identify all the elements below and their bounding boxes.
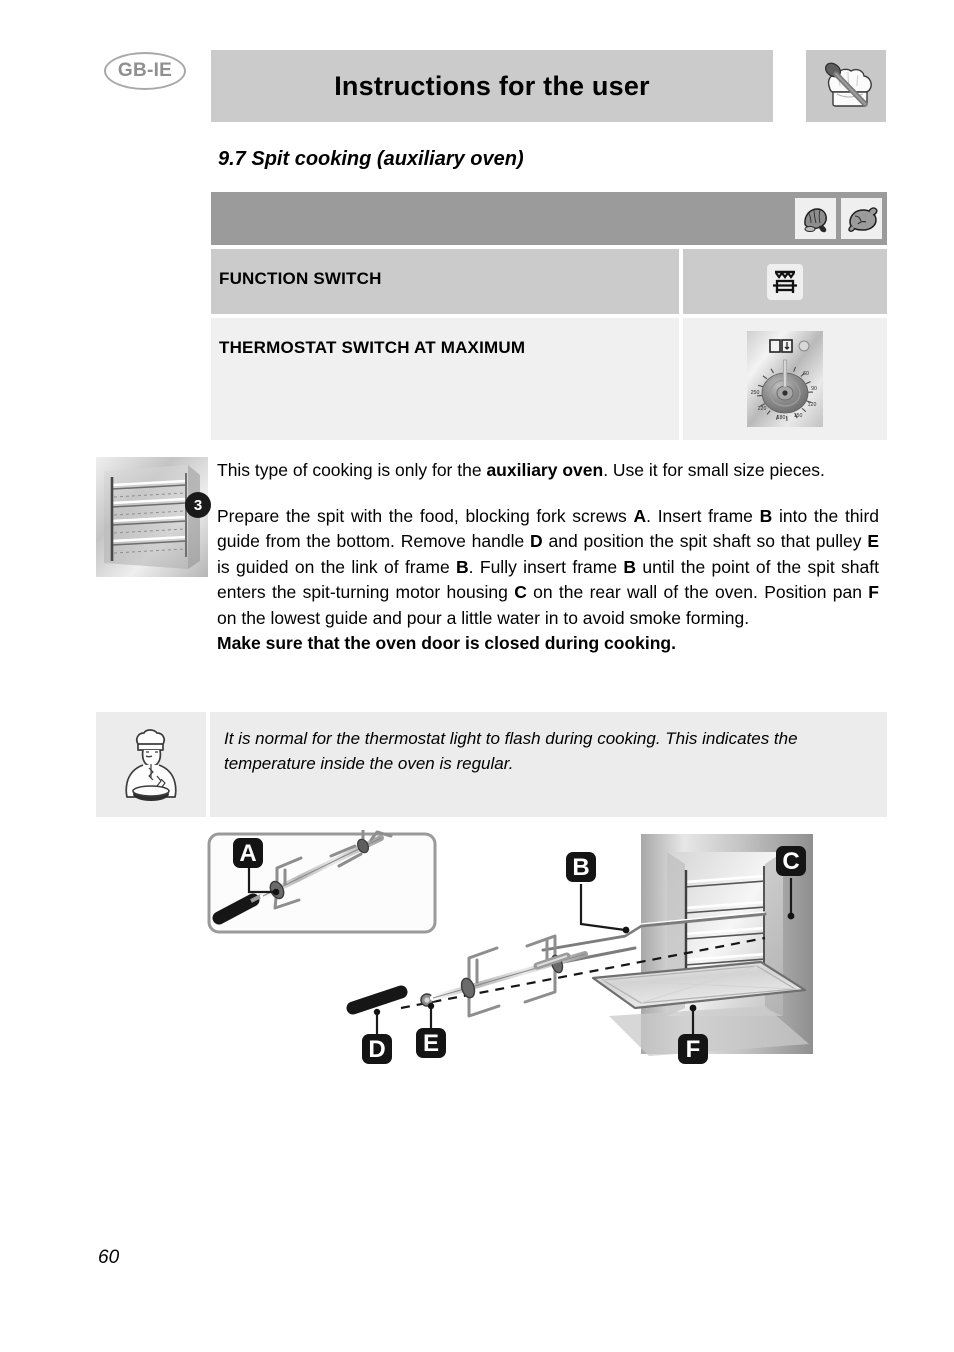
oven-guides-icon: [96, 457, 208, 577]
svg-text:D: D: [368, 1036, 385, 1063]
row-icon-cell: 60 90 120 150 180 220 250: [683, 318, 887, 440]
spit-assembly-diagram: A B C D E F: [205, 824, 845, 1100]
text-run: . Fully insert frame: [468, 556, 624, 577]
roast-meat-icon: [795, 198, 836, 239]
chef-hat-spoon-icon: [806, 50, 886, 122]
note-text: It is normal for the thermostat light to…: [224, 729, 798, 773]
diagram-label-f: F: [678, 1034, 708, 1064]
note-box: It is normal for the thermostat light to…: [96, 712, 887, 817]
table-row: THERMOSTAT SWITCH AT MAXIMUM 60 90 120 1…: [211, 318, 887, 440]
row-label-cell: FUNCTION SWITCH: [211, 249, 679, 314]
part-ref-d: D: [530, 531, 543, 551]
text-run: on the rear wall of the oven. Position p…: [526, 582, 869, 602]
language-badge-label: GB-IE: [117, 60, 173, 81]
function-switch-label: FUNCTION SWITCH: [219, 269, 382, 288]
page-title: Instructions for the user: [334, 70, 650, 101]
part-ref-b: B: [456, 556, 469, 577]
thermostat-dial-at-maximum: 60 90 120 150 180 220 250: [747, 331, 823, 427]
language-badge: GB-IE: [104, 52, 186, 90]
svg-text:220: 220: [758, 406, 767, 412]
paragraph-instructions: Prepare the spit with the food, blocking…: [217, 504, 879, 657]
svg-text:180: 180: [777, 415, 786, 421]
page-header-bar: Instructions for the user: [211, 50, 773, 122]
part-ref-c: C: [514, 582, 527, 602]
settings-table: FUNCTION SWITCH THERMOSTAT SWITCH AT MAX…: [211, 192, 887, 440]
svg-text:A: A: [239, 840, 256, 867]
warning-text: Make sure that the oven door is closed d…: [217, 633, 676, 653]
paragraph-intro: This type of cooking is only for the aux…: [217, 458, 879, 484]
svg-text:150: 150: [794, 413, 803, 419]
section-title: 9.7 Spit cooking (auxiliary oven): [218, 148, 524, 170]
diagram-label-c: C: [776, 846, 806, 876]
part-ref-b: B: [623, 556, 637, 577]
text-run: and position the spit shaft so that pull…: [542, 531, 868, 551]
svg-text:E: E: [423, 1030, 439, 1057]
text-run-bold: auxiliary oven: [486, 460, 604, 480]
step-badge-3: 3: [185, 492, 211, 518]
row-label-cell: THERMOSTAT SWITCH AT MAXIMUM: [211, 318, 679, 440]
grill-with-spit-symbol: [767, 263, 803, 300]
svg-text:F: F: [686, 1036, 701, 1063]
svg-text:B: B: [572, 854, 589, 881]
thermostat-switch-label: THERMOSTAT SWITCH AT MAXIMUM: [219, 338, 526, 357]
part-ref-f: F: [868, 582, 879, 602]
text-run: . Insert frame: [646, 505, 760, 526]
svg-text:250: 250: [751, 390, 760, 396]
diagram-label-a: A: [233, 838, 263, 868]
food-type-icons: [795, 198, 882, 239]
diagram-label-e: E: [416, 1028, 446, 1058]
text-run: Prepare the spit with the food, blocking…: [217, 505, 634, 526]
text-run: is guided on the link of frame: [217, 556, 457, 577]
part-ref-e: E: [867, 531, 880, 551]
chef-note-icon: [96, 712, 206, 817]
settings-table-header: [211, 192, 887, 245]
text-run: This type of cooking is only for the: [217, 460, 487, 480]
body-text: This type of cooking is only for the aux…: [217, 458, 879, 657]
part-ref-a: A: [633, 505, 647, 526]
note-body: It is normal for the thermostat light to…: [210, 712, 887, 817]
step-badge-label: 3: [193, 496, 203, 514]
svg-text:60: 60: [803, 371, 809, 377]
part-ref-b: B: [759, 505, 773, 526]
row-icon-cell: [683, 249, 887, 314]
text-run: . Use it for small size pieces.: [603, 460, 825, 480]
svg-text:120: 120: [808, 402, 817, 408]
diagram-label-d: D: [362, 1034, 392, 1064]
diagram-label-b: B: [566, 852, 596, 882]
svg-text:C: C: [782, 848, 799, 875]
svg-text:90: 90: [811, 386, 817, 392]
table-row: FUNCTION SWITCH: [211, 249, 887, 314]
text-run: on the lowest guide and pour a little wa…: [217, 607, 750, 628]
roast-poultry-icon: [841, 198, 882, 239]
page-number: 60: [98, 1247, 120, 1268]
